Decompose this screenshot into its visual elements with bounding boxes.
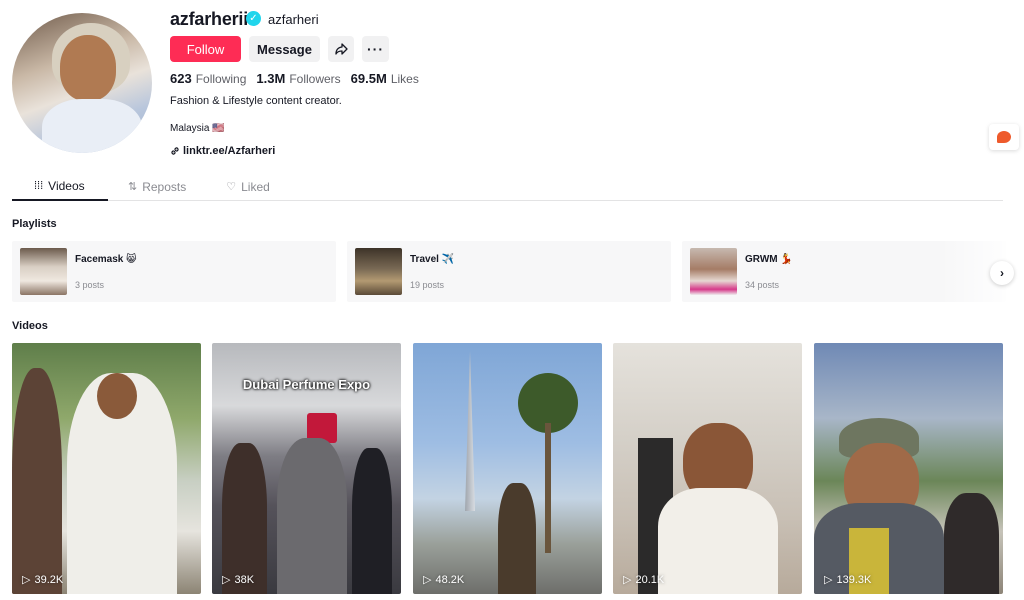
share-icon bbox=[334, 43, 348, 55]
profile-username: azfarherii bbox=[170, 9, 249, 29]
video-views: ▷ 20.1K bbox=[623, 573, 665, 587]
video-card[interactable]: ▷ 39.2K bbox=[12, 343, 201, 594]
video-figure bbox=[12, 368, 62, 594]
play-icon: ▷ bbox=[824, 574, 833, 586]
video-views: ▷ 38K bbox=[222, 573, 255, 587]
videos-heading: Videos bbox=[12, 320, 48, 332]
play-icon: ▷ bbox=[22, 574, 31, 586]
tab-videos[interactable]: ⁞⁞⁞ Videos bbox=[12, 172, 108, 201]
profile-link[interactable]: linktr.ee/Azfarheri bbox=[170, 145, 275, 157]
playlist-name: GRWM 💃 bbox=[745, 254, 793, 265]
profile-stats: 623 Following 1.3M Followers 69.5M Likes bbox=[170, 71, 419, 86]
play-icon: ▷ bbox=[423, 574, 432, 586]
tab-liked[interactable]: ♡ Liked bbox=[206, 172, 290, 201]
liked-icon: ♡ bbox=[226, 181, 237, 193]
video-figure bbox=[97, 373, 137, 419]
playlist-name: Travel ✈️ bbox=[410, 254, 455, 265]
profile-bio: Fashion & Lifestyle content creator. bbox=[170, 95, 342, 107]
playlist-count: 3 posts bbox=[75, 280, 105, 290]
floating-chat-button[interactable] bbox=[989, 124, 1019, 150]
play-icon: ▷ bbox=[623, 574, 632, 586]
chat-bubble-icon bbox=[997, 131, 1011, 143]
profile-link-text[interactable]: linktr.ee/Azfarheri bbox=[183, 145, 275, 157]
chevron-right-icon: › bbox=[1000, 266, 1004, 280]
play-icon: ▷ bbox=[222, 574, 231, 586]
more-options-button[interactable]: ··· bbox=[362, 36, 389, 62]
share-button[interactable] bbox=[328, 36, 354, 62]
video-figure bbox=[658, 488, 778, 594]
video-card[interactable]: ▷ 139.3K bbox=[814, 343, 1003, 594]
video-card[interactable]: ▷ 48.2K bbox=[413, 343, 602, 594]
video-card[interactable]: ▷ 20.1K bbox=[613, 343, 802, 594]
playlist-count: 19 posts bbox=[410, 280, 445, 290]
repost-icon: ⇅ bbox=[128, 181, 138, 193]
likes-stat: 69.5M Likes bbox=[350, 71, 419, 86]
video-figure bbox=[465, 351, 475, 511]
playlist-thumbnail bbox=[355, 248, 402, 295]
video-figure bbox=[545, 423, 551, 553]
videos-grid: ▷ 39.2K Dubai Perfume Expo ▷ 38K ▷ 48.2K ▷ 2… bbox=[12, 343, 1003, 594]
tab-reposts[interactable]: ⇅ Reposts bbox=[108, 172, 206, 201]
playlists-next-button[interactable]: › bbox=[990, 261, 1014, 285]
avatar-face bbox=[60, 35, 116, 101]
follow-button[interactable]: Follow bbox=[170, 36, 241, 62]
playlist-thumbnail bbox=[690, 248, 737, 295]
profile-country: Malaysia 🇺🇸 bbox=[170, 123, 225, 134]
playlist-name: Facemask 😸 bbox=[75, 254, 137, 265]
profile-nickname: azfarheri bbox=[268, 12, 319, 27]
profile-tabs: ⁞⁞⁞ Videos ⇅ Reposts ♡ Liked bbox=[12, 172, 1003, 201]
link-icon bbox=[171, 147, 179, 155]
video-views: ▷ 139.3K bbox=[824, 573, 872, 587]
playlist-card-grwm[interactable]: GRWM 💃 34 posts bbox=[682, 241, 1006, 302]
video-card[interactable]: Dubai Perfume Expo ▷ 38K bbox=[212, 343, 401, 594]
grid-icon: ⁞⁞⁞ bbox=[34, 179, 44, 192]
video-views: ▷ 48.2K bbox=[423, 573, 465, 587]
playlist-count: 34 posts bbox=[745, 280, 780, 290]
video-figure bbox=[498, 483, 536, 594]
playlist-card-travel[interactable]: Travel ✈️ 19 posts bbox=[347, 241, 671, 302]
playlists-row: Facemask 😸 3 posts Travel ✈️ 19 posts GR… bbox=[12, 241, 1012, 302]
followers-stat[interactable]: 1.3M Followers bbox=[256, 71, 340, 86]
video-caption: Dubai Perfume Expo bbox=[242, 377, 371, 392]
playlist-card-facemask[interactable]: Facemask 😸 3 posts bbox=[12, 241, 336, 302]
video-views: ▷ 39.2K bbox=[22, 573, 64, 587]
video-figure bbox=[352, 448, 392, 594]
following-stat[interactable]: 623 Following bbox=[170, 71, 246, 86]
playlists-heading: Playlists bbox=[12, 218, 57, 230]
video-figure bbox=[277, 438, 347, 594]
video-figure bbox=[944, 493, 999, 594]
verified-badge-icon: ✓ bbox=[246, 11, 261, 26]
playlist-thumbnail bbox=[20, 248, 67, 295]
message-button[interactable]: Message bbox=[249, 36, 320, 62]
avatar-shirt bbox=[42, 99, 142, 153]
profile-avatar bbox=[12, 13, 152, 153]
video-figure bbox=[222, 443, 267, 594]
